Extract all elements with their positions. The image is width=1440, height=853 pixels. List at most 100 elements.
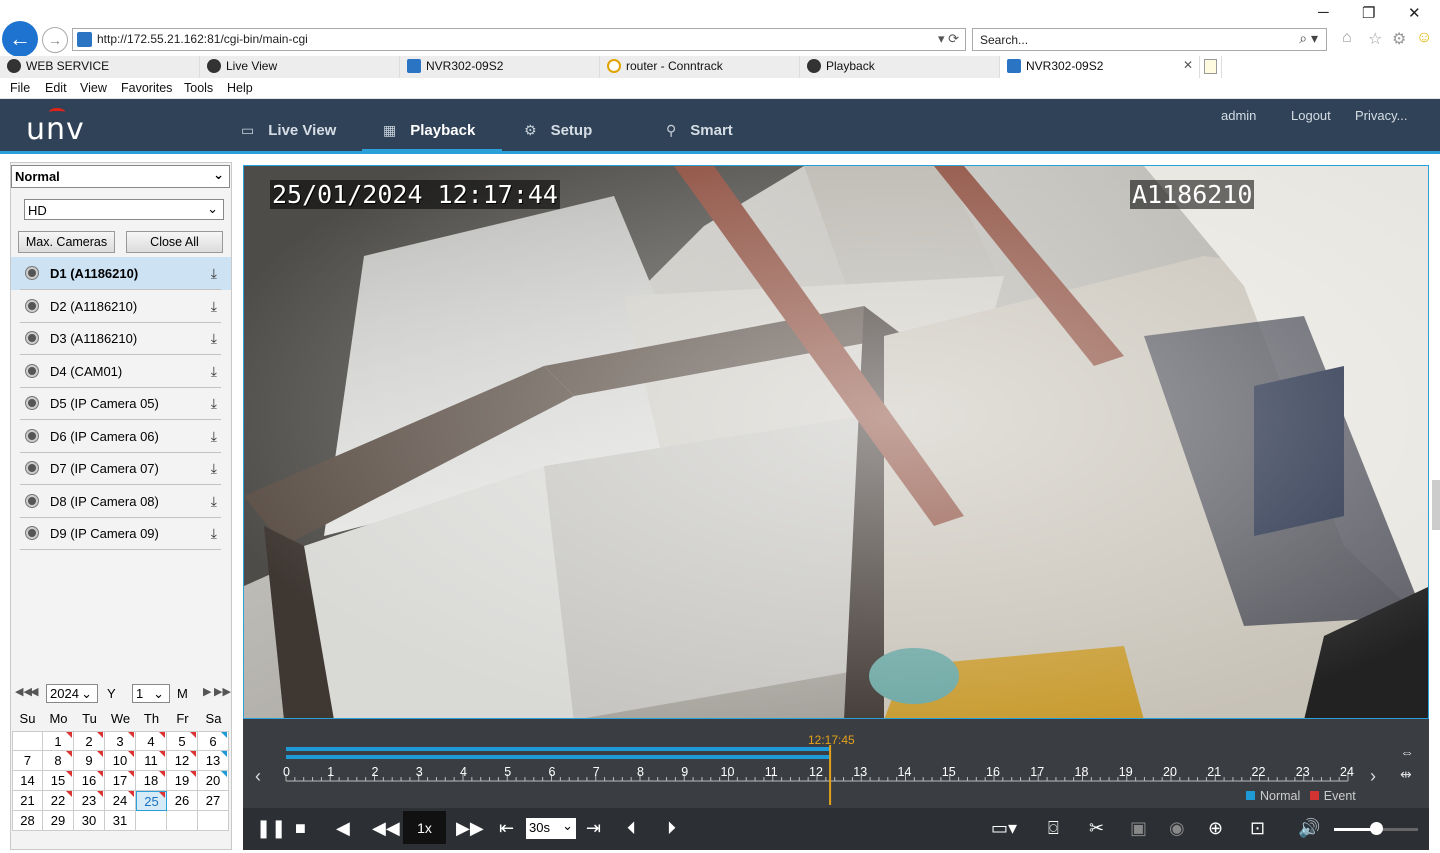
snapshot-icon[interactable]: ⌼ (1048, 818, 1059, 839)
page-scrollbar[interactable] (1432, 480, 1440, 530)
timeline-next-icon[interactable]: › (1370, 766, 1376, 787)
timeline-prev-icon[interactable]: ‹ (255, 766, 261, 787)
menu-favorites[interactable]: Favorites (121, 81, 172, 95)
nav-smart[interactable]: ⚲ Smart (666, 122, 733, 139)
download-icon[interactable]: ⤓ (211, 363, 217, 380)
zoom-in-timeline-icon[interactable]: ⇹ (1400, 766, 1412, 783)
volume-icon[interactable]: 🔊 (1298, 818, 1320, 839)
step-interval-select[interactable]: 30s ⌄ (526, 818, 576, 839)
download-icon[interactable]: ⤓ (211, 493, 217, 510)
month-select[interactable]: 1 ⌄ (132, 684, 170, 703)
calendar-day[interactable]: 1 (43, 731, 74, 751)
skip-forward-icon[interactable]: ⇥ (586, 818, 601, 839)
calendar-day[interactable]: 20 (198, 771, 229, 791)
calendar-day[interactable]: 25 (136, 791, 167, 811)
nav-playback[interactable]: ▦ Playback (383, 122, 475, 139)
calendar-day[interactable]: 14 (12, 771, 43, 791)
menu-view[interactable]: View (80, 81, 107, 95)
reverse-play-icon[interactable]: ◀ (336, 818, 350, 839)
calendar-day[interactable]: 12 (167, 751, 198, 771)
calendar-day[interactable]: 28 (12, 811, 43, 831)
logout-link[interactable]: Logout (1291, 108, 1331, 123)
calendar-day[interactable]: 27 (198, 791, 229, 811)
calendar-day[interactable]: 18 (136, 771, 167, 791)
forward-button[interactable]: → (42, 27, 68, 53)
calendar-day[interactable]: 3 (105, 731, 136, 751)
camera-item[interactable]: D7 (IP Camera 07) ⤓ (11, 452, 231, 485)
calendar-day[interactable]: 11 (136, 751, 167, 771)
privacy-link[interactable]: Privacy... (1355, 108, 1408, 123)
tab-live-view[interactable]: Live View (200, 56, 400, 78)
back-button[interactable]: ← (2, 21, 38, 57)
download-icon[interactable]: ⤓ (211, 265, 217, 282)
calendar-day[interactable]: 21 (12, 791, 43, 811)
close-window-icon[interactable]: ✕ (1408, 4, 1421, 22)
search-icon[interactable]: ⌕ ▾ (1299, 30, 1318, 47)
screen-layout-icon[interactable]: ▭▾ (991, 818, 1017, 839)
download-icon[interactable]: ⤓ (211, 525, 217, 542)
menu-edit[interactable]: Edit (45, 81, 67, 95)
year-select[interactable]: 2024 ⌄ (46, 684, 98, 703)
stream-select[interactable]: HD ⌄ (24, 199, 224, 220)
calendar-day[interactable]: 8 (43, 751, 74, 771)
calendar-day[interactable]: 2 (74, 731, 105, 751)
skip-back-icon[interactable]: ⇤ (499, 818, 514, 839)
tab-router-conntrack[interactable]: router - Conntrack (600, 56, 800, 78)
calendar-day[interactable]: 17 (105, 771, 136, 791)
pause-icon[interactable]: ❚❚ (256, 818, 286, 839)
maximize-icon[interactable]: ❐ (1362, 4, 1375, 22)
playback-mode-select[interactable]: Normal ⌄ (11, 165, 230, 188)
frame-back-icon[interactable]: ⏴ (627, 818, 636, 839)
next-month-icon[interactable]: ▶ (203, 685, 211, 698)
settings-gear-icon[interactable]: ⚙ (1392, 29, 1406, 49)
calendar-day[interactable]: 13 (198, 751, 229, 771)
tab-web-service[interactable]: WEB SERVICE (0, 56, 200, 78)
camera-item[interactable]: D9 (IP Camera 09) ⤓ (11, 517, 231, 550)
calendar-day[interactable]: 4 (136, 731, 167, 751)
calendar-day[interactable]: 23 (74, 791, 105, 811)
calendar-day[interactable]: 10 (105, 751, 136, 771)
browser-search-input[interactable]: Search... ⌕ ▾ (972, 28, 1327, 51)
camera-item[interactable]: D2 (A1186210) ⤓ (11, 290, 231, 323)
calendar-day[interactable]: 5 (167, 731, 198, 751)
home-icon[interactable]: ⌂ (1342, 29, 1352, 47)
camera-item[interactable]: D1 (A1186210) ⤓ (11, 257, 231, 290)
download-icon[interactable]: ⤓ (211, 330, 217, 347)
max-cameras-button[interactable]: Max. Cameras (18, 231, 115, 253)
tag-icon[interactable]: ⊡ (1250, 818, 1265, 839)
download-icon[interactable]: ⤓ (211, 428, 217, 445)
favorites-star-icon[interactable]: ☆ (1368, 29, 1382, 49)
speed-up-icon[interactable]: ▶▶ (456, 818, 484, 839)
clip-icon[interactable]: ✂ (1089, 818, 1104, 839)
tab-playback[interactable]: Playback (800, 56, 1000, 78)
download-icon[interactable]: ⤓ (211, 395, 217, 412)
camera-item[interactable]: D8 (IP Camera 08) ⤓ (11, 485, 231, 518)
minimize-icon[interactable]: ─ (1318, 4, 1329, 21)
video-view[interactable] (243, 165, 1429, 719)
stop-icon[interactable]: ■ (295, 818, 306, 839)
nav-live-view[interactable]: ▭ Live View (241, 122, 336, 139)
address-bar[interactable]: http://172.55.21.162:81/cgi-bin/main-cgi… (72, 28, 966, 51)
menu-tools[interactable]: Tools (184, 81, 213, 95)
calendar-day[interactable]: 16 (74, 771, 105, 791)
frame-forward-icon[interactable]: ⏵ (667, 818, 676, 839)
menu-help[interactable]: Help (227, 81, 253, 95)
refresh-icon[interactable]: ▾ ⟳ (938, 31, 959, 47)
download-icon[interactable]: ⤓ (211, 460, 217, 477)
slow-down-icon[interactable]: ◀◀ (372, 818, 400, 839)
smiley-feedback-icon[interactable]: ☺ (1416, 29, 1432, 47)
download-icon[interactable]: ⤓ (211, 298, 217, 315)
tab-nvr-active[interactable]: NVR302-09S2 ✕ (1000, 56, 1200, 78)
new-tab-button[interactable] (1200, 56, 1222, 78)
calendar-day[interactable]: 22 (43, 791, 74, 811)
next-year-icon[interactable]: ▶▶ (214, 685, 231, 698)
calendar-day[interactable]: 24 (105, 791, 136, 811)
calendar-day[interactable]: 31 (105, 811, 136, 831)
camera-item[interactable]: D4 (CAM01) ⤓ (11, 355, 231, 388)
calendar-day[interactable]: 15 (43, 771, 74, 791)
calendar-day[interactable]: 29 (43, 811, 74, 831)
calendar-day[interactable]: 7 (12, 751, 43, 771)
tab-nvr-1[interactable]: NVR302-09S2 (400, 56, 600, 78)
close-all-button[interactable]: Close All (126, 231, 223, 253)
calendar-day[interactable]: 19 (167, 771, 198, 791)
